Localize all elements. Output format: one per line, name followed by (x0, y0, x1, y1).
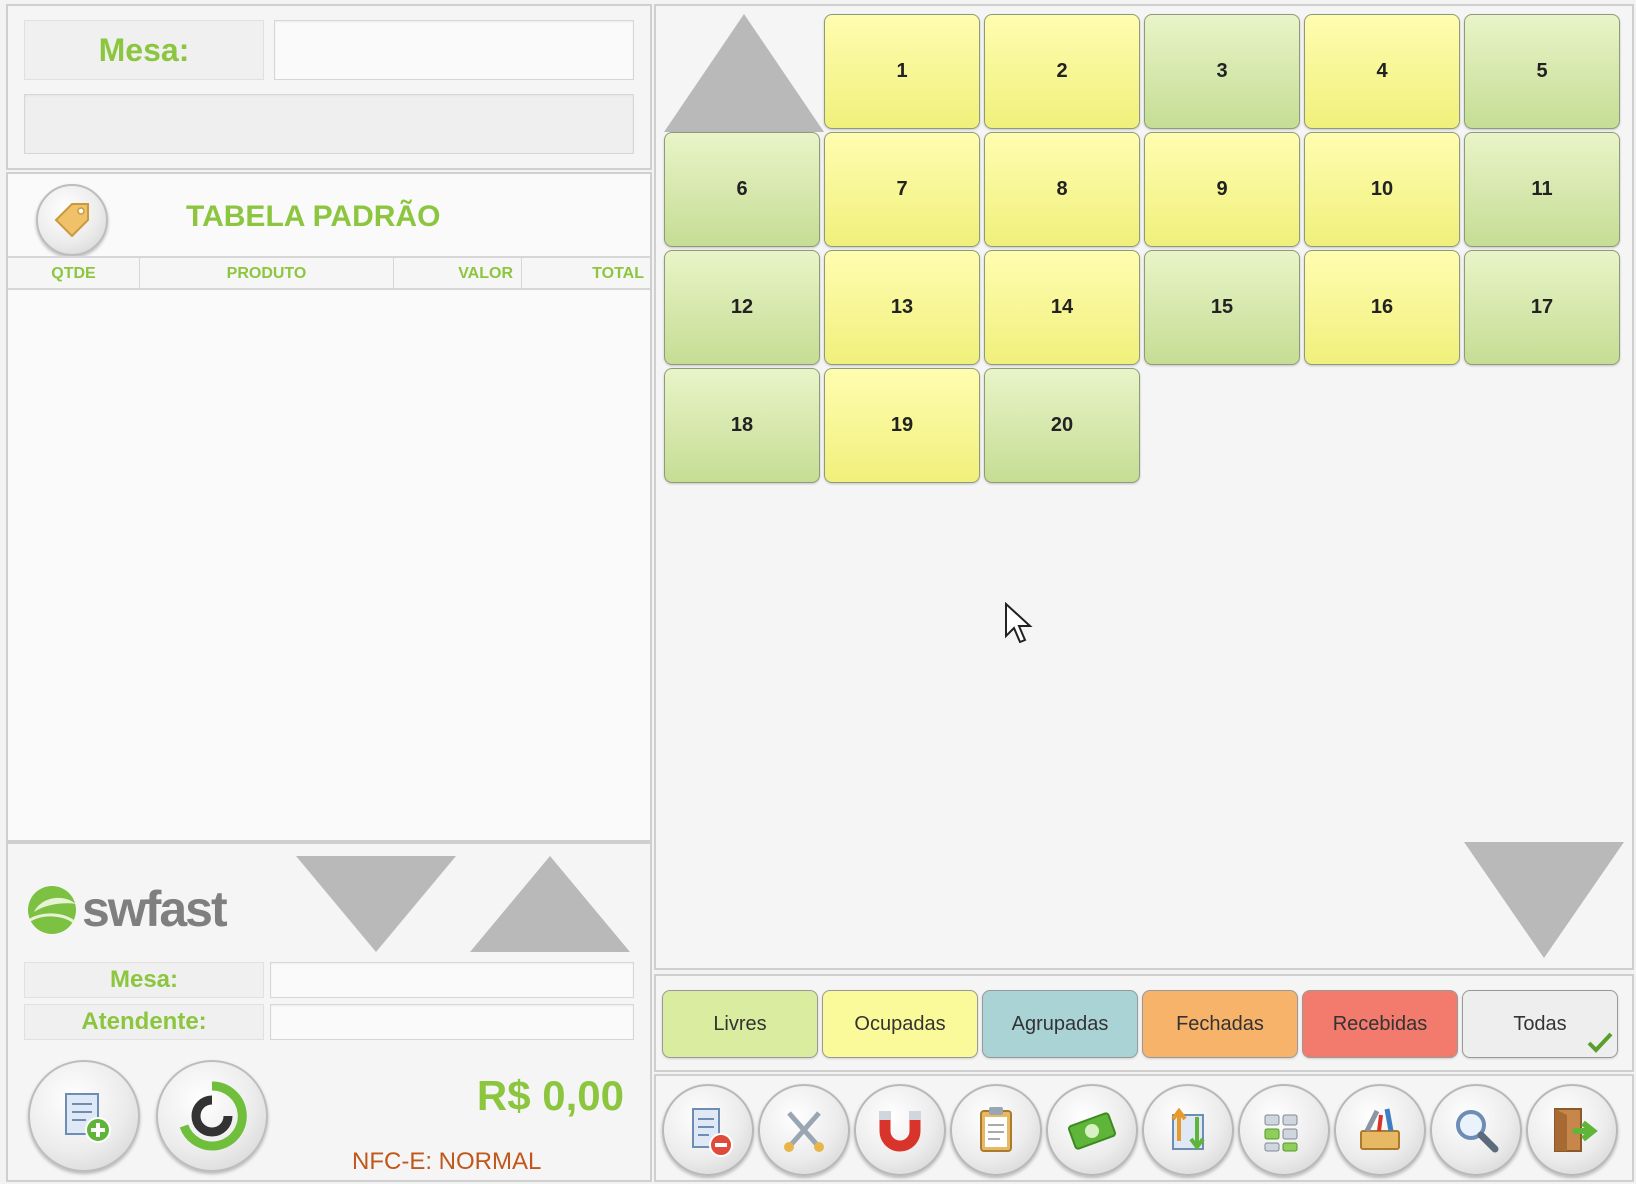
col-qtde: QTDE (8, 258, 140, 290)
footer-atendente-field (270, 1004, 634, 1040)
filter-label: Recebidas (1332, 1012, 1428, 1035)
cash-button[interactable] (1046, 1084, 1138, 1176)
order-total: R$ 0,00 (476, 1072, 624, 1119)
filter-livres-button[interactable]: Livres (662, 990, 818, 1058)
new-order-icon (65, 1093, 111, 1143)
items-table-header: QTDE PRODUTO VALOR TOTAL (8, 256, 650, 290)
items-list[interactable] (8, 292, 650, 838)
logo-text: swfast (82, 881, 228, 937)
price-table-title: TABELA PADRÃO (186, 200, 441, 233)
utensils-button[interactable] (758, 1084, 850, 1176)
order-panel: Mesa: TABELA PADRÃO QTDE PRODUTO VALOR T… (6, 4, 652, 1182)
clipboard-button[interactable] (950, 1084, 1042, 1176)
magnet-button[interactable] (854, 1084, 946, 1176)
items-box: TABELA PADRÃO QTDE PRODUTO VALOR TOTAL (6, 172, 652, 842)
table-tile[interactable]: 20 (984, 368, 1140, 483)
tables-grid-box: 1 2 3 4 5 6 7 8 9 10 11 12 13 14 15 16 17 18 19 20 (654, 4, 1634, 970)
table-tile[interactable]: 13 (824, 250, 980, 365)
table-tile[interactable]: 1 (824, 14, 980, 129)
col-total: TOTAL (592, 265, 644, 282)
mouse-cursor-icon (1005, 602, 1033, 644)
new-order-button[interactable] (28, 1060, 140, 1172)
table-tile[interactable]: 2 (984, 14, 1140, 129)
mesa-label: Mesa: (24, 20, 264, 80)
filter-label: Fechadas (1176, 1012, 1264, 1035)
filter-label: Agrupadas (1011, 1012, 1109, 1035)
mesa-header-box: Mesa: (6, 4, 652, 170)
remove-order-icon (692, 1108, 733, 1157)
mesa-input[interactable] (274, 20, 634, 80)
table-tile[interactable]: 7 (824, 132, 980, 247)
filter-ocupadas-button[interactable]: Ocupadas (822, 990, 978, 1058)
remove-order-button[interactable] (662, 1084, 754, 1176)
table-tile[interactable]: 10 (1304, 132, 1460, 247)
swfast-logo: swfast (24, 878, 244, 938)
search-icon (1456, 1110, 1499, 1153)
utensils-icon (784, 1111, 824, 1152)
filter-label: Todas (1513, 1012, 1567, 1035)
table-tile[interactable]: 16 (1304, 250, 1460, 365)
search-button[interactable] (1430, 1084, 1522, 1176)
table-tile[interactable]: 17 (1464, 250, 1620, 365)
price-tag-icon (54, 203, 89, 238)
transfer-button[interactable] (1142, 1084, 1234, 1176)
filter-label: Ocupadas (854, 1012, 946, 1035)
col-valor: VALOR (394, 258, 522, 290)
clipboard-icon (980, 1107, 1012, 1152)
swfast-logo-mark (28, 886, 76, 934)
tools-button[interactable] (1334, 1084, 1426, 1176)
filter-recebidas-button[interactable]: Recebidas (1302, 990, 1458, 1058)
table-tile[interactable]: 6 (664, 132, 820, 247)
table-tile[interactable]: 8 (984, 132, 1140, 247)
table-tile[interactable]: 5 (1464, 14, 1620, 129)
filter-agrupadas-button[interactable]: Agrupadas (982, 990, 1138, 1058)
summary-box: swfast Mesa: Atendente: R$ 0,00 NFC-E: N… (6, 842, 652, 1182)
app-window: Mesa: TABELA PADRÃO QTDE PRODUTO VALOR T… (0, 0, 1636, 1184)
exit-door-icon (1554, 1108, 1598, 1152)
col-produto: PRODUTO (140, 258, 394, 290)
filter-todas-button[interactable]: Todas (1462, 990, 1618, 1058)
page-down-arrow[interactable] (1464, 842, 1624, 958)
table-tile[interactable]: 11 (1464, 132, 1620, 247)
table-tile[interactable]: 15 (1144, 250, 1300, 365)
cash-icon (1068, 1112, 1116, 1150)
footer-atendente-label: Atendente: (24, 1004, 264, 1040)
footer-mesa-field (270, 962, 634, 998)
scroll-down-arrow[interactable] (296, 856, 456, 952)
table-tile[interactable]: 19 (824, 368, 980, 483)
table-tile[interactable]: 9 (1144, 132, 1300, 247)
table-tile[interactable]: 18 (664, 368, 820, 483)
tools-icon (1360, 1108, 1400, 1150)
tables-panel: 1 2 3 4 5 6 7 8 9 10 11 12 13 14 15 16 17 18 19 20 Livres Oc… (654, 4, 1634, 1182)
refresh-button[interactable] (156, 1060, 268, 1172)
mesa-description-field (24, 94, 634, 154)
tables-grid-icon (1264, 1114, 1298, 1152)
tables-grid-button[interactable] (1238, 1084, 1330, 1176)
footer-mesa-label: Mesa: (24, 962, 264, 998)
table-tile[interactable]: 4 (1304, 14, 1460, 129)
scroll-up-arrow[interactable] (470, 856, 630, 952)
selected-check-icon (1587, 1032, 1613, 1053)
refresh-swirl-icon (179, 1081, 247, 1151)
transfer-icon (1171, 1107, 1205, 1151)
price-table-button[interactable] (36, 184, 108, 256)
page-up-arrow[interactable] (664, 14, 824, 132)
table-tile[interactable]: 12 (664, 250, 820, 365)
table-tile[interactable]: 3 (1144, 14, 1300, 129)
exit-door-button[interactable] (1526, 1084, 1618, 1176)
magnet-icon (879, 1111, 921, 1152)
filter-label: Livres (713, 1012, 767, 1035)
table-tile[interactable]: 14 (984, 250, 1140, 365)
nfce-status: NFC-E: NORMAL (352, 1148, 542, 1175)
filter-fechadas-button[interactable]: Fechadas (1142, 990, 1298, 1058)
